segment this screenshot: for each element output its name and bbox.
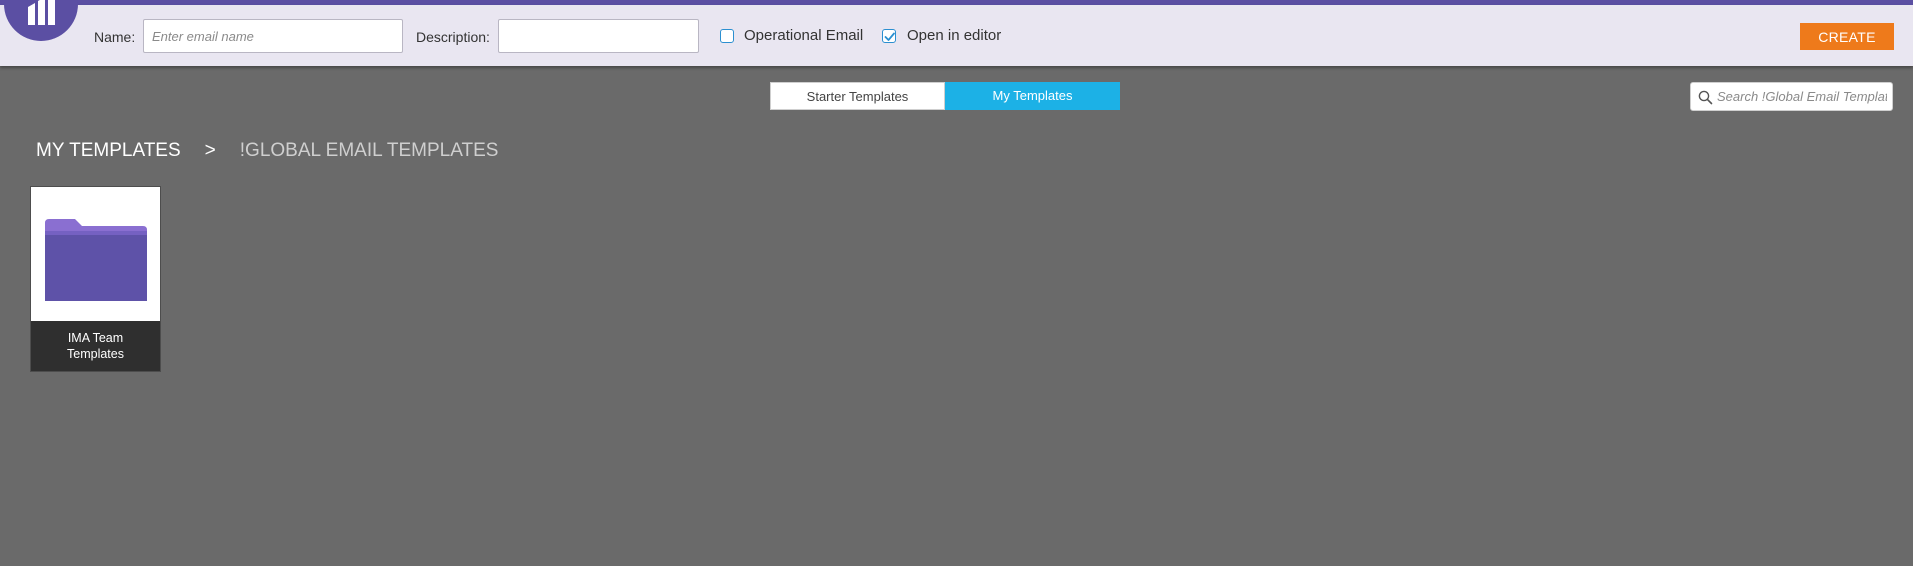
name-label: Name: [94, 29, 136, 45]
folder-tile[interactable]: IMA Team Templates [30, 186, 161, 372]
description-input[interactable] [498, 19, 699, 53]
marketo-logo-icon [4, 0, 78, 41]
breadcrumb-current-folder: !GLOBAL EMAIL TEMPLATES [239, 140, 499, 161]
breadcrumb-separator: > [204, 140, 216, 161]
folder-name: IMA Team Templates [31, 321, 160, 371]
folder-icon-area [31, 187, 160, 321]
checkmark-icon [884, 32, 895, 41]
tab-starter-templates[interactable]: Starter Templates [770, 82, 945, 110]
open-in-editor-label: Open in editor [907, 27, 1002, 44]
breadcrumb-my-templates[interactable]: MY TEMPLATES [36, 140, 181, 162]
search-input[interactable] [1717, 85, 1887, 108]
folder-icon [45, 219, 147, 301]
operational-email-checkbox[interactable] [720, 29, 734, 43]
open-in-editor-checkbox[interactable] [882, 29, 896, 43]
email-create-header: Name: Description: Operational Email Ope… [0, 0, 1913, 66]
tab-my-templates[interactable]: My Templates [945, 82, 1120, 110]
create-button[interactable]: CREATE [1800, 23, 1894, 50]
description-label: Description: [416, 29, 490, 45]
email-name-input[interactable] [143, 19, 403, 53]
template-search-box[interactable] [1690, 82, 1893, 111]
breadcrumb: MY TEMPLATES > !GLOBAL EMAIL TEMPLATES [36, 140, 498, 162]
template-tabs: Starter Templates My Templates [770, 82, 1120, 110]
operational-email-label: Operational Email [744, 27, 864, 44]
search-icon [1698, 90, 1713, 105]
